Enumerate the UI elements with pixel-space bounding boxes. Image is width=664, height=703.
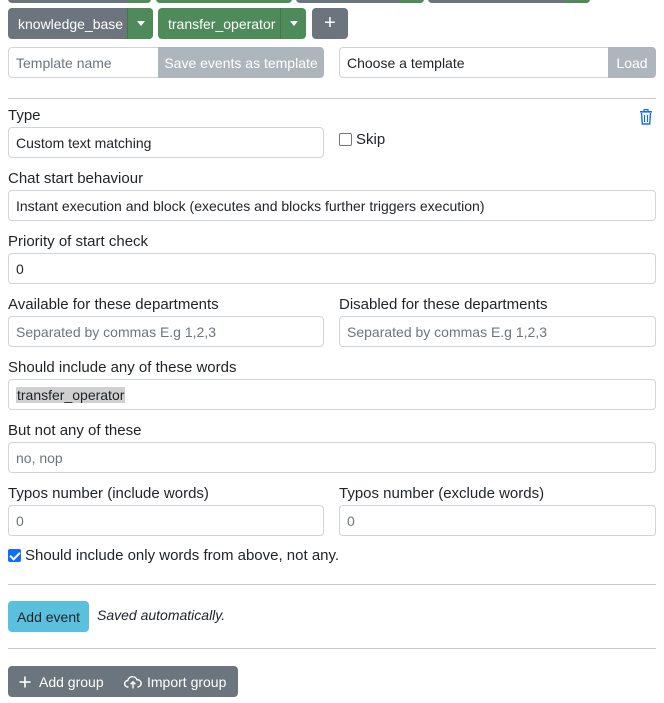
type-select[interactable]: Custom text matching xyxy=(8,127,324,158)
cut-off-caret[interactable] xyxy=(398,0,424,3)
add-trigger-button[interactable]: + xyxy=(312,8,348,39)
chat-start-value: Instant execution and block (executes an… xyxy=(16,197,485,214)
exclude-words-label: But not any of these xyxy=(8,422,142,439)
trigger-label: knowledge_base xyxy=(18,15,124,32)
type-label: Type xyxy=(8,107,41,124)
trigger-transfer-operator-button[interactable]: transfer_operator xyxy=(158,8,306,39)
cut-off-caret[interactable] xyxy=(565,0,590,3)
cut-off-button[interactable] xyxy=(156,0,292,3)
group-button-bar: Add group Import group xyxy=(8,666,238,697)
only-words-checkbox[interactable] xyxy=(8,549,21,562)
chat-start-select[interactable]: Instant execution and block (executes an… xyxy=(8,190,656,221)
load-template-button[interactable]: Load xyxy=(608,47,656,78)
include-words-input[interactable]: transfer_operator xyxy=(8,379,656,410)
trash-icon[interactable] xyxy=(639,109,653,125)
available-departments-input[interactable]: Separated by commas E.g 1,2,3 xyxy=(8,316,324,347)
cloud-upload-icon xyxy=(124,675,142,688)
cut-off-caret[interactable] xyxy=(127,0,151,3)
disabled-departments-input[interactable]: Separated by commas E.g 1,2,3 xyxy=(339,316,656,347)
template-name-input[interactable]: Template name xyxy=(8,47,160,78)
save-template-button[interactable]: Save events as template xyxy=(158,47,324,78)
plus-icon xyxy=(19,676,31,687)
divider xyxy=(8,648,656,649)
typos-include-label: Typos number (include words) xyxy=(8,485,209,502)
template-select[interactable]: Choose a template xyxy=(339,47,611,78)
type-select-value: Custom text matching xyxy=(16,134,152,151)
include-words-value: transfer_operator xyxy=(16,386,126,403)
typos-include-input[interactable]: 0 xyxy=(8,505,324,536)
chevron-down-icon[interactable] xyxy=(280,8,306,39)
available-departments-label: Available for these departments xyxy=(8,296,219,313)
typos-exclude-input[interactable]: 0 xyxy=(339,505,656,536)
import-group-button[interactable]: Import group xyxy=(122,666,226,697)
typos-exclude-label: Typos number (exclude words) xyxy=(339,485,545,502)
template-select-value: Choose a template xyxy=(347,54,465,71)
chevron-down-icon[interactable] xyxy=(127,8,153,39)
disabled-departments-label: Disabled for these departments xyxy=(339,296,548,313)
divider xyxy=(8,584,656,585)
add-group-button[interactable]: Add group xyxy=(8,666,122,697)
chat-start-label: Chat start behaviour xyxy=(8,170,144,187)
import-group-label: Import group xyxy=(147,673,227,690)
priority-label: Priority of start check xyxy=(8,233,149,250)
trigger-label: transfer_operator xyxy=(168,15,276,32)
trigger-knowledge-base-button[interactable]: knowledge_base xyxy=(8,8,153,39)
skip-label: Skip xyxy=(356,131,386,148)
priority-input[interactable]: 0 xyxy=(8,253,656,284)
exclude-words-input[interactable]: no, nop xyxy=(8,442,656,473)
plus-icon: + xyxy=(324,12,336,34)
only-words-label: Should include only words from above, no… xyxy=(25,547,340,564)
add-event-button[interactable]: Add event xyxy=(8,601,89,632)
add-group-label: Add group xyxy=(39,673,104,690)
skip-checkbox[interactable] xyxy=(339,133,352,146)
divider xyxy=(8,98,656,99)
include-words-label: Should include any of these words xyxy=(8,359,237,376)
saved-note: Saved automatically. xyxy=(97,607,226,623)
